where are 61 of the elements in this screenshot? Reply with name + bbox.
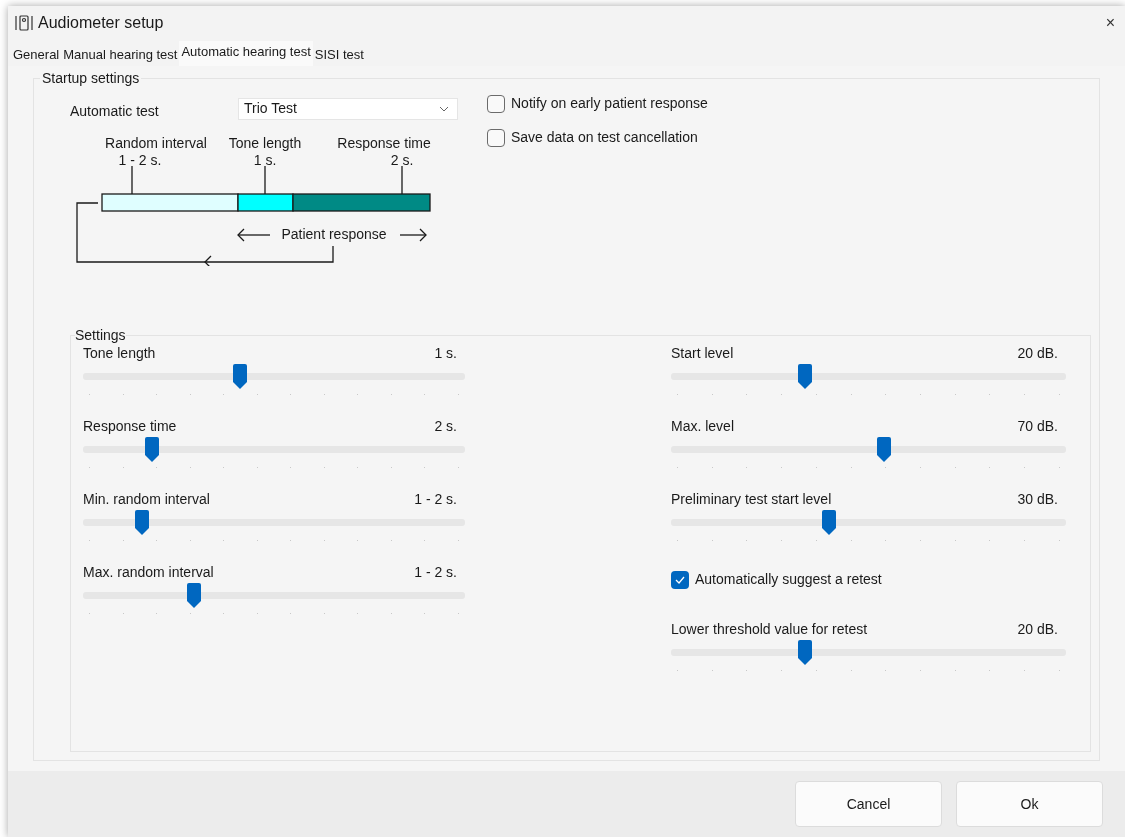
diagram-value: 2 s.: [390, 151, 414, 170]
chevron-down-icon: [439, 105, 449, 112]
tab[interactable]: Automatic hearing test: [179, 40, 313, 66]
group-title: Startup settings: [41, 69, 141, 88]
tab[interactable]: SISI test: [312, 44, 366, 66]
slider-thumb[interactable]: [797, 640, 814, 666]
slider-thumb[interactable]: [876, 437, 893, 463]
close-button[interactable]: ×: [1101, 11, 1119, 35]
slider-value: 2 s.: [434, 417, 458, 436]
slider-thumb[interactable]: [143, 437, 160, 463]
slider[interactable]: [83, 364, 465, 390]
slider-value: 30 dB.: [1017, 490, 1059, 509]
diagram-value: 1 - 2 s.: [118, 151, 162, 170]
window-title: Audiometer setup: [38, 13, 164, 33]
slider-value: 1 s.: [434, 344, 458, 363]
checkbox-label: Notify on early patient response: [511, 94, 708, 113]
dialog-button[interactable]: Cancel: [795, 781, 942, 827]
slider[interactable]: [671, 640, 1066, 666]
slider-label: Max. random interval: [83, 563, 214, 582]
diagram-value: 1 s.: [253, 151, 277, 170]
slider-thumb[interactable]: [797, 364, 814, 390]
field-label: Automatic test: [70, 102, 160, 121]
slider-value: 20 dB.: [1017, 344, 1059, 363]
slider[interactable]: [83, 510, 465, 536]
group-title: Settings: [75, 326, 126, 345]
slider-value: 1 - 2 s.: [414, 563, 458, 582]
check-icon: [675, 575, 685, 584]
checkbox[interactable]: [487, 94, 505, 113]
slider-label: Min. random interval: [83, 490, 210, 509]
dropdown-value: Trio Test: [244, 99, 297, 118]
slider[interactable]: [671, 364, 1066, 390]
slider[interactable]: [83, 437, 465, 463]
dialog-button[interactable]: Ok: [956, 781, 1103, 827]
slider-label: Lower threshold value for retest: [671, 620, 868, 639]
checkbox[interactable]: [487, 128, 505, 147]
audiometer-icon: [14, 14, 34, 32]
diagram-label: Tone length: [228, 134, 302, 153]
slider-thumb[interactable]: [231, 364, 248, 390]
tab[interactable]: General: [11, 44, 62, 66]
checkbox-label: Automatically suggest a retest: [695, 570, 882, 589]
slider-label: Max. level: [671, 417, 735, 436]
tab[interactable]: Manual hearing test: [61, 44, 180, 66]
slider[interactable]: [83, 583, 465, 609]
slider-label: Tone length: [83, 344, 156, 363]
slider-label: Preliminary test start level: [671, 490, 832, 509]
diagram-label: Response time: [337, 134, 431, 153]
slider-thumb[interactable]: [821, 510, 837, 536]
checkbox[interactable]: [671, 570, 689, 589]
diagram-label: Patient response: [281, 225, 387, 244]
checkbox-label: Save data on test cancellation: [511, 128, 698, 147]
slider-value: 1 - 2 s.: [414, 490, 458, 509]
slider-label: Response time: [83, 417, 177, 436]
test-dropdown[interactable]: Trio Test: [238, 97, 458, 120]
slider[interactable]: [671, 510, 1066, 536]
slider-value: 70 dB.: [1017, 417, 1059, 436]
slider-value: 20 dB.: [1017, 620, 1059, 639]
slider-thumb[interactable]: [185, 583, 202, 609]
slider-label: Start level: [671, 344, 734, 363]
slider-thumb[interactable]: [134, 510, 151, 536]
slider[interactable]: [671, 437, 1066, 463]
diagram-label: Random interval: [105, 134, 207, 153]
